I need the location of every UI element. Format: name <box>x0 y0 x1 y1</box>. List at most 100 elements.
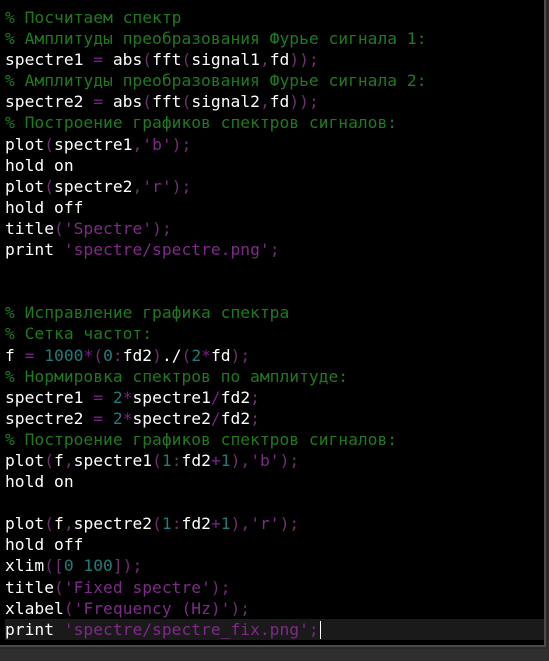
code-token: 1 <box>161 514 172 534</box>
code-token: , <box>240 450 251 470</box>
code-line[interactable]: hold off <box>5 197 544 218</box>
code-token: ( <box>54 577 64 597</box>
code-token: ( <box>93 345 104 365</box>
code-token: spectre2 <box>132 408 211 428</box>
code-line[interactable]: xlim([0 100]); <box>5 555 544 576</box>
code-token: fd2 <box>220 408 251 428</box>
code-token: = <box>93 387 104 407</box>
code-token: ./ <box>161 345 182 365</box>
code-token: * <box>201 345 211 365</box>
code-token: ); <box>171 176 192 196</box>
code-token: plot <box>5 450 45 470</box>
code-token: xlabel <box>5 598 64 618</box>
code-line[interactable] <box>5 260 544 281</box>
code-line[interactable]: spectre2 = abs(fft(signal2,fd)); <box>5 91 544 112</box>
code-token: fd <box>269 50 290 70</box>
code-token: ( <box>44 176 55 196</box>
code-line[interactable]: hold on <box>5 471 544 492</box>
code-token: * <box>122 387 133 407</box>
code-token: : <box>171 514 182 534</box>
code-line[interactable]: title('Fixed spectre'); <box>5 577 544 598</box>
code-line[interactable]: hold on <box>5 155 544 176</box>
code-token: hold off <box>5 197 84 217</box>
code-token: * <box>122 408 133 428</box>
code-token: ( <box>44 134 55 154</box>
code-line[interactable]: plot(f,spectre1(1:fd2+1),'b'); <box>5 450 544 471</box>
code-line[interactable]: f = 1000*(0:fd2)./(2*fd); <box>5 345 544 366</box>
code-line[interactable]: plot(spectre1,'b'); <box>5 134 544 155</box>
code-line[interactable]: % Сетка частот: <box>5 323 544 344</box>
code-line[interactable]: % Построение графиков спектров сигналов: <box>5 429 544 450</box>
code-token: ([ <box>44 556 64 576</box>
code-token: , <box>63 514 74 534</box>
code-line[interactable]: hold off <box>5 534 544 555</box>
code-line[interactable]: % Амплитуды преобразования Фурье сигнала… <box>5 28 544 49</box>
code-line[interactable]: spectre1 = 2*spectre1/fd2; <box>5 387 544 408</box>
code-token: ) <box>152 345 162 365</box>
code-line[interactable]: title('Spectre'); <box>5 218 544 239</box>
code-token: / <box>210 408 221 428</box>
code-line[interactable]: spectre1 = abs(fft(signal1,fd)); <box>5 49 544 70</box>
code-token: = <box>93 92 104 112</box>
code-token: 'Spectre' <box>63 218 153 238</box>
code-line[interactable]: plot(f,spectre2(1:fd2+1),'r'); <box>5 513 544 534</box>
code-token: spectre2 <box>73 514 153 534</box>
code-line[interactable] <box>5 281 544 302</box>
code-token: 'Fixed spectre' <box>63 577 211 597</box>
code-line[interactable]: % Нормировка спектров по амплитуде: <box>5 366 544 387</box>
code-token: hold on <box>5 155 74 175</box>
code-token: xlim <box>5 556 45 576</box>
code-token: spectre1 <box>132 387 211 407</box>
code-token: signal2 <box>191 92 260 112</box>
code-token: ( <box>181 50 192 70</box>
code-token: , <box>259 50 270 70</box>
code-line[interactable]: print 'spectre/spectre_fix.png'; <box>5 618 544 640</box>
status-bar <box>0 649 549 661</box>
code-line[interactable]: xlabel('Frequency (Hz)'); <box>5 598 544 619</box>
code-token: % Нормировка спектров по амплитуде: <box>5 366 349 386</box>
code-token: ); <box>230 345 251 365</box>
code-token: ( <box>181 92 192 112</box>
code-editor[interactable]: % Посчитаем спектр % Амплитуды преобразов… <box>0 0 546 647</box>
code-line[interactable]: spectre2 = 2*spectre2/fd2; <box>5 408 544 429</box>
code-token: spectre1 <box>54 134 133 154</box>
code-token: , <box>259 92 270 112</box>
code-token: % Посчитаем спектр <box>5 8 182 27</box>
code-token: f <box>5 345 25 365</box>
code-line[interactable]: print 'spectre/spectre.png'; <box>5 239 544 260</box>
code-token: spectre2 <box>5 92 94 112</box>
code-line[interactable]: % Амплитуды преобразования Фурье сигнала… <box>5 70 544 91</box>
code-line[interactable]: % Посчитаем спектр <box>5 7 544 28</box>
code-token: 'Frequency (Hz)' <box>73 598 231 618</box>
code-token: , <box>63 450 74 470</box>
code-line[interactable] <box>5 492 544 513</box>
code-line[interactable]: % Построение графиков спектров сигналов: <box>5 112 544 133</box>
code-token: + <box>210 450 221 470</box>
code-token: fd2 <box>181 514 211 534</box>
code-token: abs <box>103 92 143 112</box>
code-token: spectre1 <box>5 387 94 407</box>
code-token: = <box>93 50 104 70</box>
code-token: : <box>171 450 182 470</box>
code-token: hold off <box>5 535 84 555</box>
code-token: fd <box>269 92 290 112</box>
code-token: 2 <box>112 387 123 407</box>
code-token: 2 <box>191 345 202 365</box>
code-token: ) <box>230 514 241 534</box>
code-token: 0 100 <box>63 556 113 576</box>
code-token: ( <box>142 92 153 112</box>
code-token: ( <box>44 514 55 534</box>
code-token: 1000 <box>44 345 84 365</box>
code-token: ( <box>142 50 153 70</box>
code-token: : <box>112 345 123 365</box>
code-token: ; <box>269 240 280 260</box>
code-token: % Амплитуды преобразования Фурье сигнала… <box>5 29 427 49</box>
code-token: fd <box>210 345 231 365</box>
code-token: )); <box>289 92 319 112</box>
text-cursor <box>319 621 321 640</box>
code-line[interactable]: % Исправление графика спектра <box>5 302 544 323</box>
code-token: ; <box>250 408 260 428</box>
code-line[interactable]: plot(spectre2,'r'); <box>5 176 544 197</box>
